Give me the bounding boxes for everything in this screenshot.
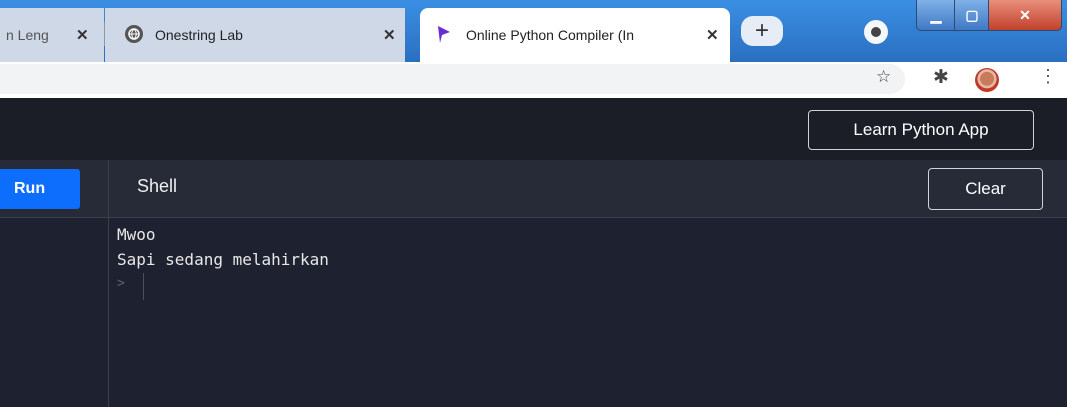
tab-online-python-compiler-close-icon[interactable]: ✕ <box>706 26 719 44</box>
window-minimize-button[interactable]: ▁ <box>916 0 956 31</box>
address-bar[interactable] <box>0 64 905 94</box>
new-tab-button[interactable]: + <box>741 16 783 46</box>
tab-online-python-compiler-title: Online Python Compiler (In <box>466 27 635 43</box>
shell-prompt: > <box>117 276 125 291</box>
browser-toolbar <box>0 62 1067 99</box>
tab-previous-close-icon[interactable]: ✕ <box>76 26 89 44</box>
tab-onestring-lab[interactable]: Onestring Lab ✕ <box>105 8 405 62</box>
window-maximize-button[interactable]: ▢ <box>954 0 990 31</box>
shell-title: Shell <box>137 176 178 196</box>
shell-input-cursor[interactable] <box>143 273 144 300</box>
user-avatar[interactable] <box>975 68 999 92</box>
shell-output-line: Mwoo <box>117 225 156 244</box>
run-button[interactable]: Run <box>0 169 80 209</box>
shell-output-line: Sapi sedang melahirkan <box>117 250 329 269</box>
programiz-logo-icon <box>436 24 452 47</box>
tab-previous[interactable]: n Leng ✕ <box>0 8 104 62</box>
window-close-button[interactable]: ✕ <box>988 0 1062 31</box>
shell-output-pane[interactable] <box>109 218 1067 407</box>
tab-onestring-lab-close-icon[interactable]: ✕ <box>383 26 396 44</box>
clear-button[interactable]: Clear <box>928 168 1043 210</box>
browser-menu-icon[interactable]: ⋮ <box>1039 66 1057 87</box>
browser-profile-icon[interactable] <box>864 20 888 44</box>
learn-python-app-button[interactable]: Learn Python App <box>808 110 1034 150</box>
bookmark-star-icon[interactable]: ☆ <box>876 67 891 87</box>
tab-previous-title: n Leng <box>6 27 49 43</box>
tab-online-python-compiler[interactable]: Online Python Compiler (In ✕ <box>420 8 730 62</box>
code-editor-pane[interactable] <box>0 218 108 407</box>
extensions-puzzle-icon[interactable]: ✱ <box>933 66 949 89</box>
globe-icon <box>125 25 143 43</box>
tab-onestring-lab-title: Onestring Lab <box>155 27 243 43</box>
